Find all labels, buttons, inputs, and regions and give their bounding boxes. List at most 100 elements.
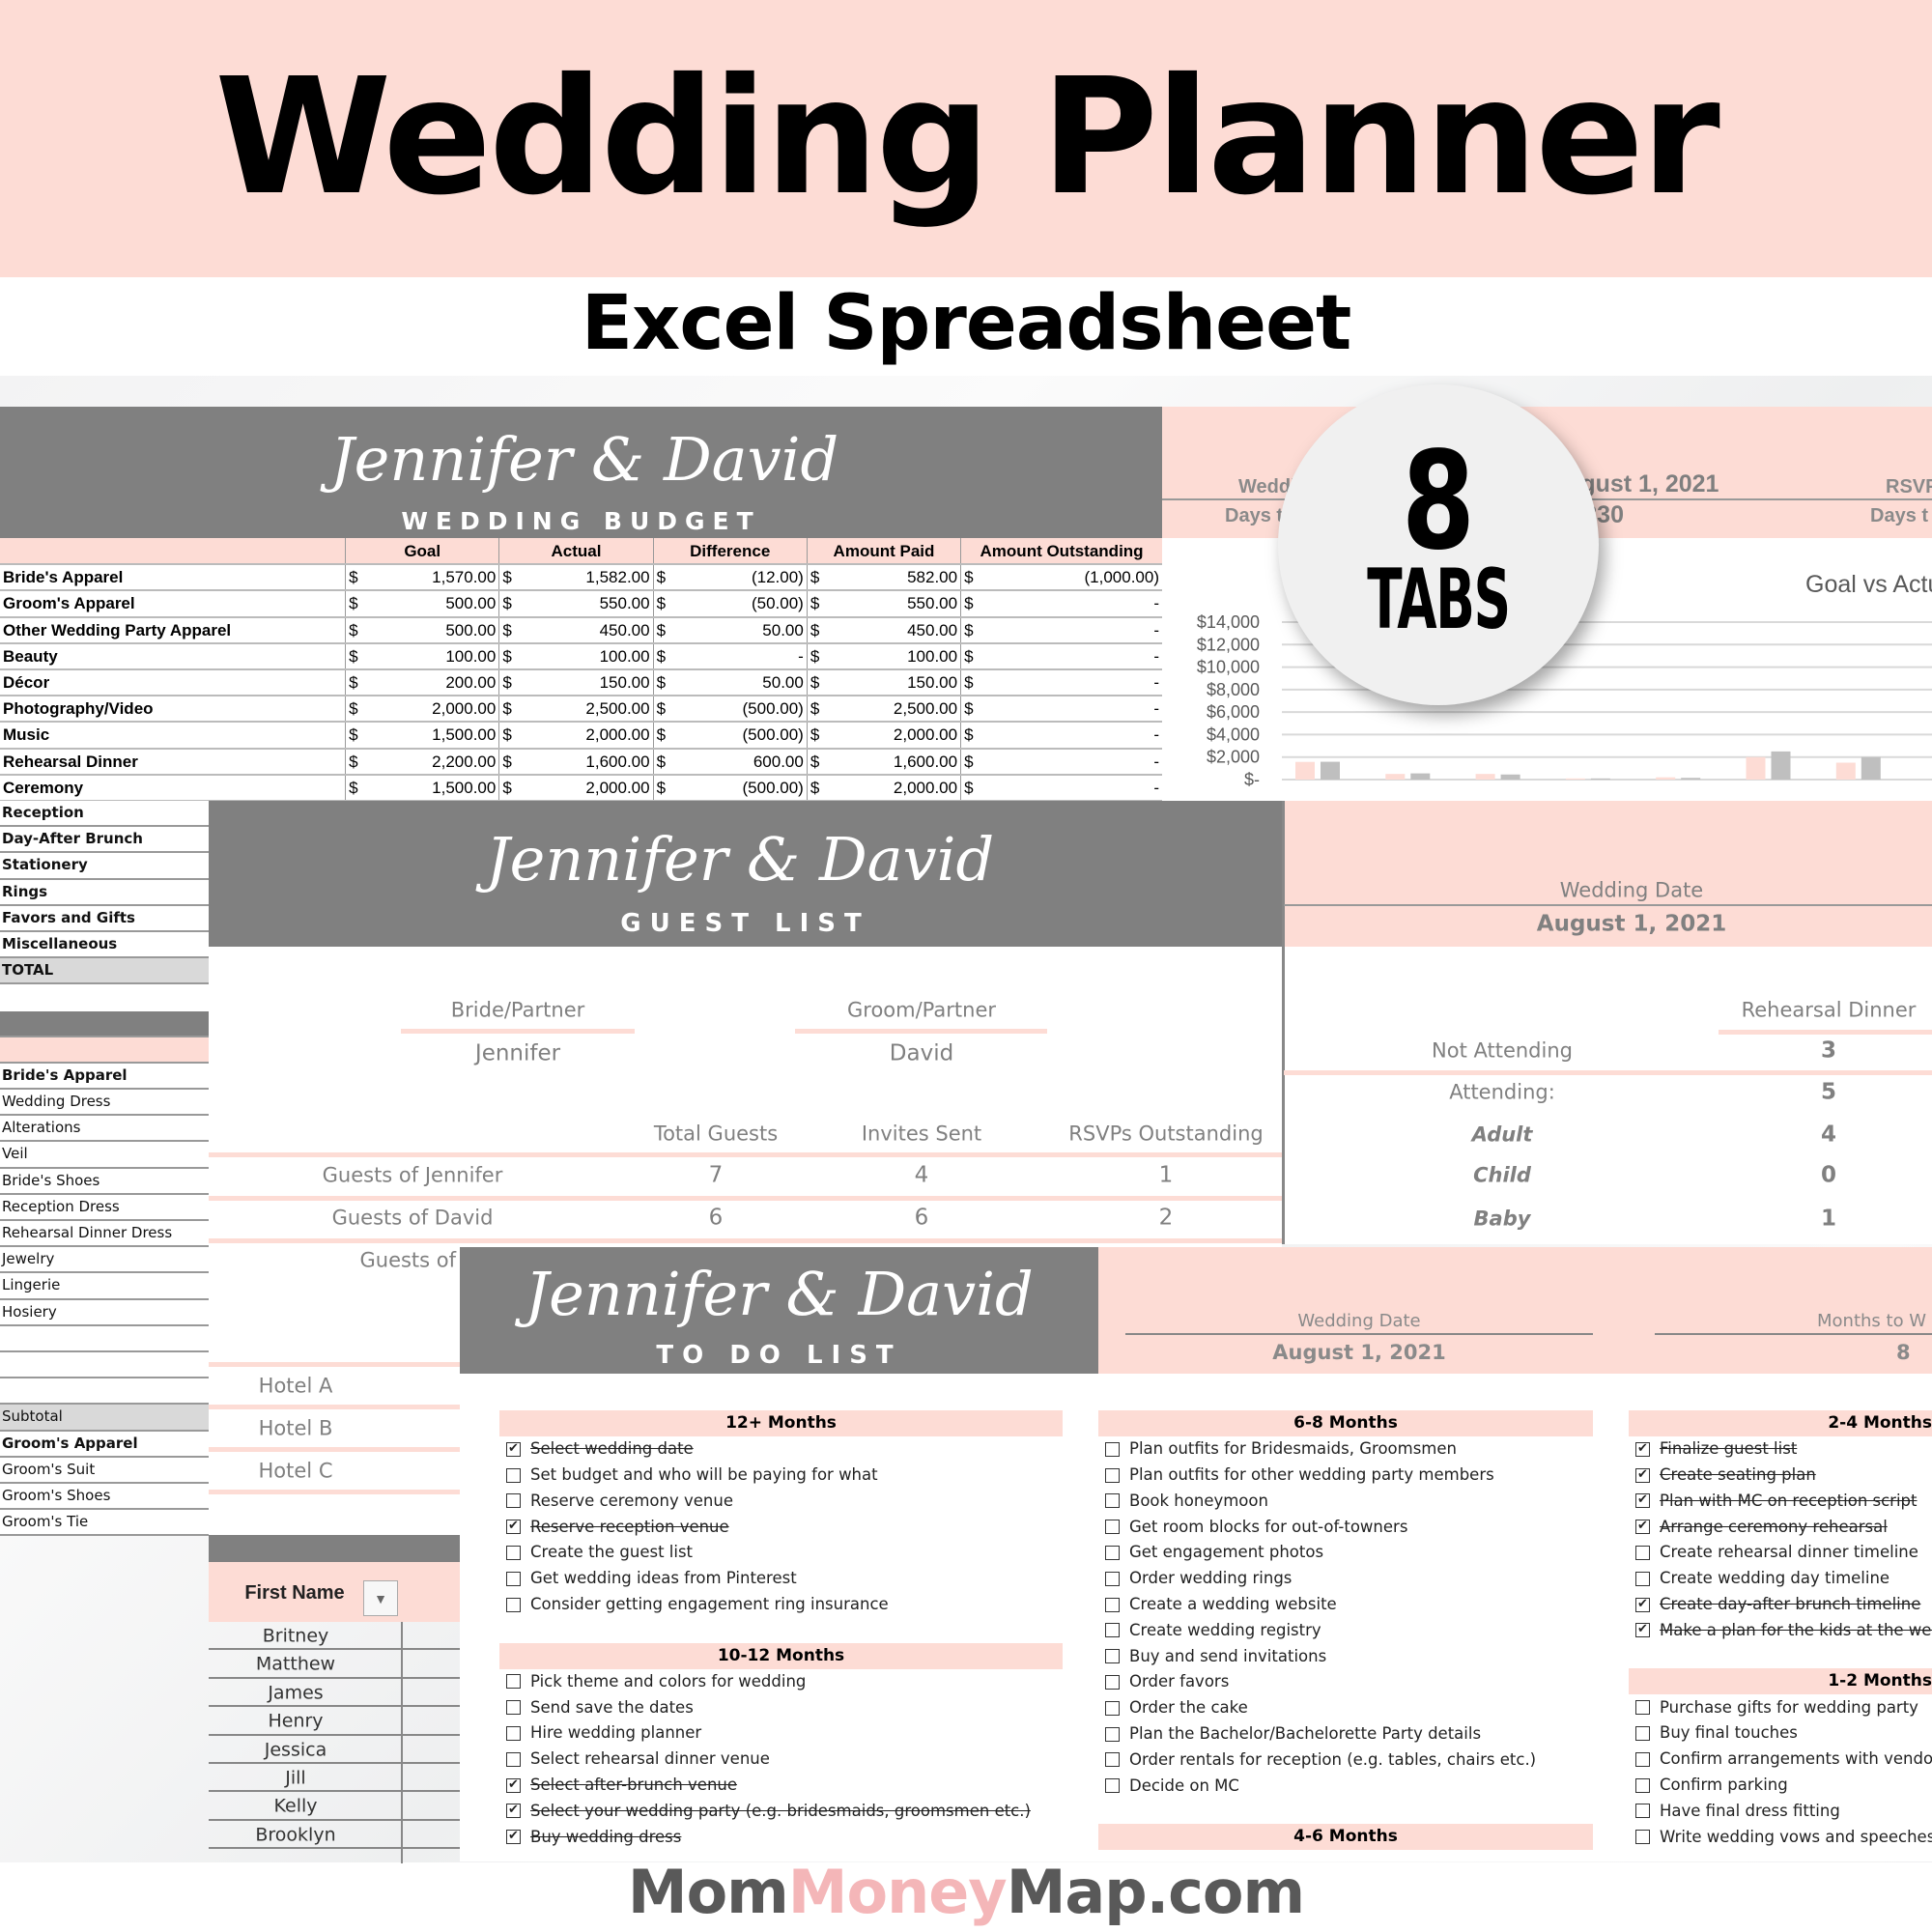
money-cell[interactable]: $100.00 xyxy=(345,642,499,670)
detail-row[interactable]: Groom's Shoes xyxy=(0,1484,209,1511)
money-cell[interactable]: $2,000.00 xyxy=(345,696,499,724)
money-cell[interactable]: $1,570.00 xyxy=(345,564,499,592)
checkbox[interactable] xyxy=(1635,1751,1650,1767)
detail-row[interactable]: Rehearsal Dinner Dress xyxy=(0,1221,209,1248)
detail-row[interactable]: Subtotal xyxy=(0,1405,209,1432)
money-cell[interactable]: $ - xyxy=(652,642,808,670)
checkbox[interactable] xyxy=(1105,1571,1120,1586)
money-cell[interactable]: $ (50.00) xyxy=(652,590,808,618)
checkbox[interactable] xyxy=(506,1700,521,1716)
money-cell[interactable]: $200.00 xyxy=(345,668,499,697)
money-cell[interactable]: $2,000.00 xyxy=(806,774,961,802)
checkbox[interactable] xyxy=(1635,1804,1650,1819)
money-cell[interactable]: $1,500.00 xyxy=(345,722,499,750)
checkbox[interactable]: ✔ xyxy=(506,1804,521,1819)
checkbox[interactable] xyxy=(1105,1441,1120,1457)
money-cell[interactable]: $600.00 xyxy=(652,748,808,776)
category-row[interactable]: Favors and Gifts xyxy=(0,906,209,932)
checkbox[interactable]: ✔ xyxy=(506,1441,521,1457)
money-cell[interactable]: $ (500.00) xyxy=(652,722,808,750)
detail-row[interactable]: Groom's Tie xyxy=(0,1510,209,1537)
checkbox[interactable] xyxy=(506,1674,521,1690)
checkbox[interactable]: ✔ xyxy=(1635,1467,1650,1483)
money-cell[interactable]: $582.00 xyxy=(806,564,961,592)
money-cell[interactable]: $2,500.00 xyxy=(806,696,961,724)
money-cell[interactable]: $ - xyxy=(960,590,1162,618)
money-cell[interactable]: $2,000.00 xyxy=(498,722,654,750)
money-cell[interactable]: $50.00 xyxy=(652,616,808,644)
money-cell[interactable]: $ - xyxy=(960,668,1162,697)
checkbox[interactable] xyxy=(1105,1778,1120,1794)
checkbox[interactable] xyxy=(1105,1675,1120,1690)
detail-row[interactable]: Jewelry xyxy=(0,1247,209,1274)
detail-row[interactable]: Wedding Dress xyxy=(0,1090,209,1117)
money-cell[interactable]: $ - xyxy=(960,722,1162,750)
money-cell[interactable]: $2,200.00 xyxy=(345,748,499,776)
checkbox[interactable] xyxy=(1105,1752,1120,1768)
checkbox[interactable] xyxy=(1105,1467,1120,1483)
money-cell[interactable]: $450.00 xyxy=(806,616,961,644)
checkbox[interactable] xyxy=(1105,1726,1120,1742)
detail-row[interactable] xyxy=(0,1037,209,1064)
checkbox[interactable] xyxy=(1105,1700,1120,1716)
checkbox[interactable]: ✔ xyxy=(506,1830,521,1845)
checkbox[interactable] xyxy=(1635,1571,1650,1586)
category-row[interactable]: Miscellaneous xyxy=(0,932,209,959)
money-cell[interactable]: $ (12.00) xyxy=(652,564,808,592)
detail-row[interactable]: Reception Dress xyxy=(0,1195,209,1221)
checkbox[interactable]: ✔ xyxy=(1635,1441,1650,1457)
checkbox[interactable] xyxy=(506,1726,521,1742)
money-cell[interactable]: $2,000.00 xyxy=(806,722,961,750)
category-row[interactable]: Reception xyxy=(0,801,209,828)
detail-row[interactable] xyxy=(0,1326,209,1352)
money-cell[interactable]: $1,500.00 xyxy=(345,774,499,802)
checkbox[interactable] xyxy=(1635,1726,1650,1742)
money-cell[interactable]: $ - xyxy=(960,774,1162,802)
money-cell[interactable]: $500.00 xyxy=(345,616,499,644)
money-cell[interactable]: $150.00 xyxy=(498,668,654,697)
checkbox[interactable] xyxy=(1105,1597,1120,1612)
money-cell[interactable]: $ - xyxy=(960,642,1162,670)
checkbox[interactable] xyxy=(506,1571,521,1586)
money-cell[interactable]: $550.00 xyxy=(498,590,654,618)
detail-row[interactable]: Bride's Apparel xyxy=(0,1064,209,1091)
money-cell[interactable]: $ - xyxy=(960,748,1162,776)
filter-dropdown-button[interactable]: ▼ xyxy=(363,1580,398,1616)
money-cell[interactable]: $ - xyxy=(960,616,1162,644)
category-row[interactable]: Rings xyxy=(0,880,209,906)
detail-row[interactable]: Veil xyxy=(0,1142,209,1169)
money-cell[interactable]: $450.00 xyxy=(498,616,654,644)
checkbox[interactable] xyxy=(1635,1777,1650,1793)
money-cell[interactable]: $ (500.00) xyxy=(652,696,808,724)
money-cell[interactable]: $2,500.00 xyxy=(498,696,654,724)
checkbox[interactable] xyxy=(506,1546,521,1561)
money-cell[interactable]: $100.00 xyxy=(498,642,654,670)
money-cell[interactable]: $ (1,000.00) xyxy=(960,564,1162,592)
detail-row[interactable]: Lingerie xyxy=(0,1273,209,1300)
detail-row[interactable] xyxy=(0,1378,209,1406)
money-cell[interactable]: $1,600.00 xyxy=(806,748,961,776)
checkbox[interactable]: ✔ xyxy=(506,1520,521,1535)
checkbox[interactable] xyxy=(1105,1493,1120,1509)
money-cell[interactable]: $ - xyxy=(960,696,1162,724)
checkbox[interactable] xyxy=(1105,1520,1120,1535)
money-cell[interactable]: $500.00 xyxy=(345,590,499,618)
category-row[interactable]: Day-After Brunch xyxy=(0,827,209,854)
checkbox[interactable] xyxy=(1105,1623,1120,1638)
checkbox[interactable]: ✔ xyxy=(1635,1623,1650,1638)
category-row[interactable]: Stationery xyxy=(0,853,209,880)
detail-row[interactable] xyxy=(0,1352,209,1379)
money-cell[interactable]: $550.00 xyxy=(806,590,961,618)
checkbox[interactable] xyxy=(1635,1546,1650,1561)
detail-row[interactable]: Alterations xyxy=(0,1116,209,1143)
checkbox[interactable] xyxy=(1635,1830,1650,1845)
checkbox[interactable] xyxy=(506,1467,521,1483)
money-cell[interactable]: $150.00 xyxy=(806,668,961,697)
detail-row[interactable]: Bride's Shoes xyxy=(0,1169,209,1195)
checkbox[interactable]: ✔ xyxy=(506,1777,521,1793)
money-cell[interactable]: $ (500.00) xyxy=(652,774,808,802)
money-cell[interactable]: $1,600.00 xyxy=(498,748,654,776)
checkbox[interactable] xyxy=(506,1597,521,1612)
money-cell[interactable]: $2,000.00 xyxy=(498,774,654,802)
money-cell[interactable]: $100.00 xyxy=(806,642,961,670)
